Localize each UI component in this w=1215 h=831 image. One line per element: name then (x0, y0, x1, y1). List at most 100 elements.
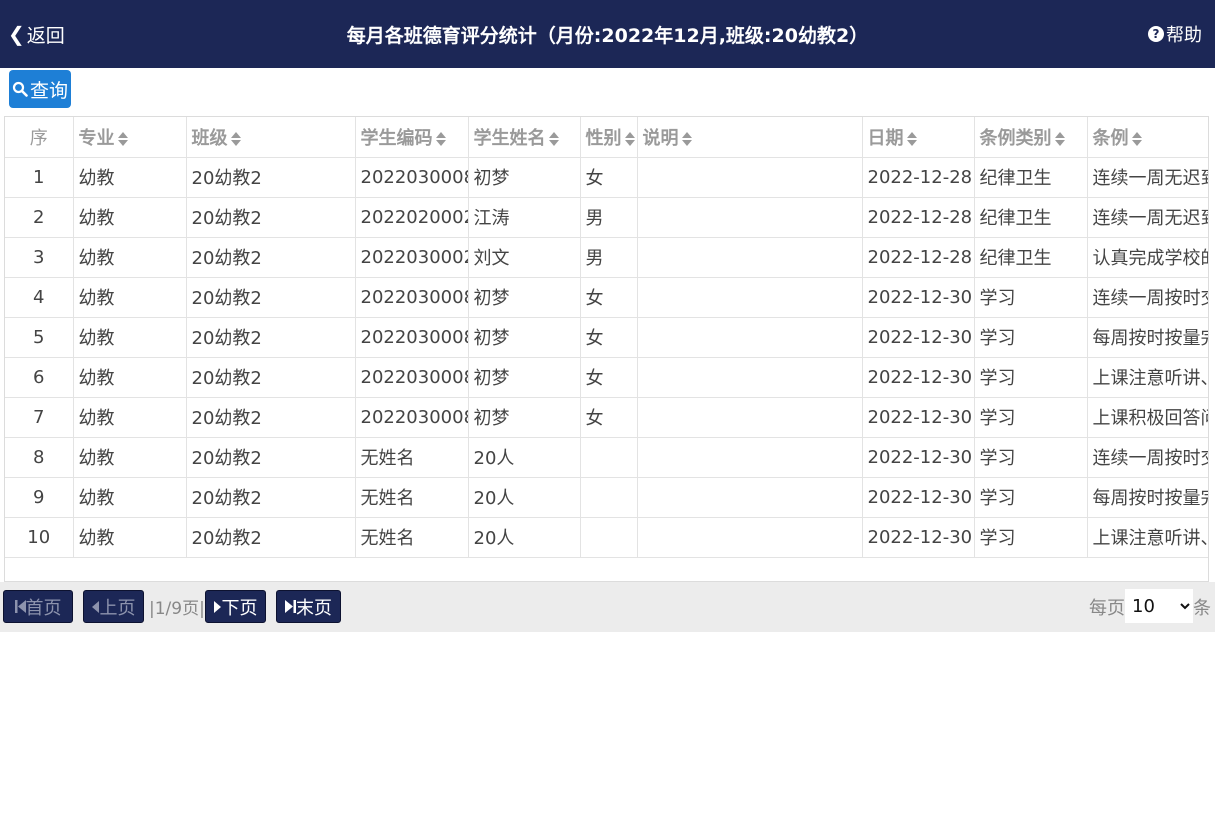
table-row[interactable]: 6 幼教 20幼教2 2022030008 初梦女 2022-12-30 学习 上课注意听讲、 (5, 357, 1208, 398)
column-header-label: 日期 (867, 127, 904, 149)
table-cell: 20幼教2 (186, 437, 356, 478)
table-cell (580, 477, 638, 518)
table-cell (580, 437, 638, 478)
column-header[interactable]: 学生姓名 (468, 117, 581, 158)
table-cell: 幼教 (73, 397, 187, 438)
table-cell: 20幼教2 (186, 357, 356, 398)
table-cell: 10 (5, 517, 74, 558)
next-page-button[interactable]: 下页 (205, 590, 266, 623)
table-cell: 纪律卫生 (974, 197, 1088, 238)
query-button[interactable]: 查询 (9, 70, 71, 108)
column-header-label: 专业 (78, 127, 115, 149)
table-row[interactable]: 1 幼教 20幼教2 2022030008 初梦女 2022-12-28 纪律卫生 连续一周无… (5, 157, 1208, 198)
sort-icon[interactable] (906, 131, 917, 147)
prev-page-button[interactable]: 上页 (83, 590, 144, 623)
table-cell: 20幼教2 (186, 197, 356, 238)
table-row[interactable]: 8 幼教 20幼教2 无姓名 20人 2022-12-30 学习 连续一周按时交 (5, 437, 1208, 478)
table-cell: 幼教 (73, 517, 187, 558)
sort-icon[interactable] (1131, 131, 1142, 147)
table-cell: 每周按时按量完 (1087, 477, 1208, 518)
table-cell: 7 (5, 397, 74, 438)
table-cell: 上课注意听讲、 (1087, 517, 1208, 558)
table-cell (637, 517, 863, 558)
table-cell: 男 (580, 237, 638, 278)
table-cell: 2022030008 (355, 357, 469, 398)
table-cell: 女 (580, 157, 638, 198)
table-cell: 20幼教2 (186, 477, 356, 518)
caret-right-icon (213, 600, 221, 613)
column-header[interactable]: 日期 (862, 117, 975, 158)
table-cell: 幼教 (73, 437, 187, 478)
per-page-select[interactable]: 10 (1125, 589, 1193, 623)
column-header-label: 说明 (642, 127, 679, 149)
column-header-label: 学生姓名 (473, 127, 546, 149)
page-info: |1/9页| (149, 599, 205, 619)
table-row[interactable]: 10 幼教 20幼教2 无姓名 20人 2022-12-30 学习 上课注意听讲、 (5, 517, 1208, 558)
sort-icon[interactable] (681, 131, 692, 147)
table-row[interactable]: 2 幼教 20幼教2 2022020002 江涛男 2022-12-28 纪律卫生 连续一周无… (5, 197, 1208, 238)
table-cell: 初梦 (468, 317, 581, 358)
table-header-row: 序 专业 班级 学生编码 学生姓名 性别 说明 日期 条例类别 条例 (5, 117, 1208, 158)
sort-icon[interactable] (624, 131, 635, 147)
table-cell: 无姓名 (355, 517, 469, 558)
search-icon (12, 81, 28, 97)
table-cell: 2022030008 (355, 157, 469, 198)
sort-icon[interactable] (117, 131, 128, 147)
table-cell: 2022030002 (355, 237, 469, 278)
table-cell: 1 (5, 157, 74, 198)
column-header: 序 (5, 117, 74, 158)
column-header[interactable]: 条例类别 (974, 117, 1088, 158)
table-cell (637, 397, 863, 438)
table-row[interactable]: 3 幼教 20幼教2 2022030002 刘文男 2022-12-28 纪律卫生 认真完成学… (5, 237, 1208, 278)
table-cell: 初梦 (468, 357, 581, 398)
last-page-button[interactable]: 末页 (276, 590, 341, 623)
column-header-label: 条例类别 (979, 127, 1052, 149)
table-cell (637, 477, 863, 518)
prev-page-label: 上页 (99, 597, 136, 619)
toolbar: 查询 (0, 68, 1215, 116)
table-body: 1 幼教 20幼教2 2022030008 初梦女 2022-12-28 纪律卫生 连续一周无… (5, 157, 1208, 558)
first-page-button[interactable]: 首页 (3, 590, 73, 623)
table-cell: 20幼教2 (186, 237, 356, 278)
table-cell (637, 197, 863, 238)
column-header[interactable]: 性别 (580, 117, 638, 158)
table-cell: 4 (5, 277, 74, 318)
table-cell: 2022-12-30 (862, 517, 975, 558)
table-row[interactable]: 4 幼教 20幼教2 2022030008 初梦女 2022-12-30 学习 连续一周按时交 (5, 277, 1208, 318)
sort-icon[interactable] (435, 131, 446, 147)
column-header[interactable]: 班级 (186, 117, 356, 158)
table-cell: 6 (5, 357, 74, 398)
table-cell: 女 (580, 357, 638, 398)
sort-icon[interactable] (1054, 131, 1065, 147)
table-cell: 2022-12-30 (862, 477, 975, 518)
table-cell: 连续一周按时交 (1087, 437, 1208, 478)
first-page-label: 首页 (25, 597, 62, 619)
column-header[interactable]: 条例 (1087, 117, 1208, 158)
table-cell: 2022-12-30 (862, 397, 975, 438)
table-cell: 2022-12-28 (862, 197, 975, 238)
column-header[interactable]: 专业 (73, 117, 187, 158)
table-cell (637, 317, 863, 358)
table-cell: 2022030008 (355, 397, 469, 438)
sort-icon[interactable] (548, 131, 559, 147)
table-cell: 20幼教2 (186, 317, 356, 358)
query-label: 查询 (29, 79, 68, 102)
table-cell: 刘文 (468, 237, 581, 278)
table-cell: 女 (580, 317, 638, 358)
help-button[interactable]: ? 帮助 (1148, 0, 1202, 68)
table-cell: 20人 (468, 517, 581, 558)
table-row[interactable]: 5 幼教 20幼教2 2022030008 初梦女 2022-12-30 学习 每周按时按量完 (5, 317, 1208, 358)
table-cell: 2022-12-30 (862, 277, 975, 318)
table-cell: 江涛 (468, 197, 581, 238)
column-header[interactable]: 说明 (637, 117, 863, 158)
table-row[interactable]: 9 幼教 20幼教2 无姓名 20人 2022-12-30 学习 每周按时按量完 (5, 477, 1208, 518)
sort-icon[interactable] (230, 131, 241, 147)
table-cell: 上课积极回答问 (1087, 397, 1208, 438)
table-row[interactable]: 7 幼教 20幼教2 2022030008 初梦女 2022-12-30 学习 上课积极回答问 (5, 397, 1208, 438)
data-table-container[interactable]: 序专业 班级 学生编码 学生姓名 性别 说明 日期 条例类别 条例 1 幼教 20幼教2 202203… (4, 116, 1209, 582)
table-cell: 2022-12-30 (862, 317, 975, 358)
column-header[interactable]: 学生编码 (355, 117, 469, 158)
table-cell: 纪律卫生 (974, 237, 1088, 278)
table-cell: 初梦 (468, 157, 581, 198)
table-cell: 幼教 (73, 477, 187, 518)
